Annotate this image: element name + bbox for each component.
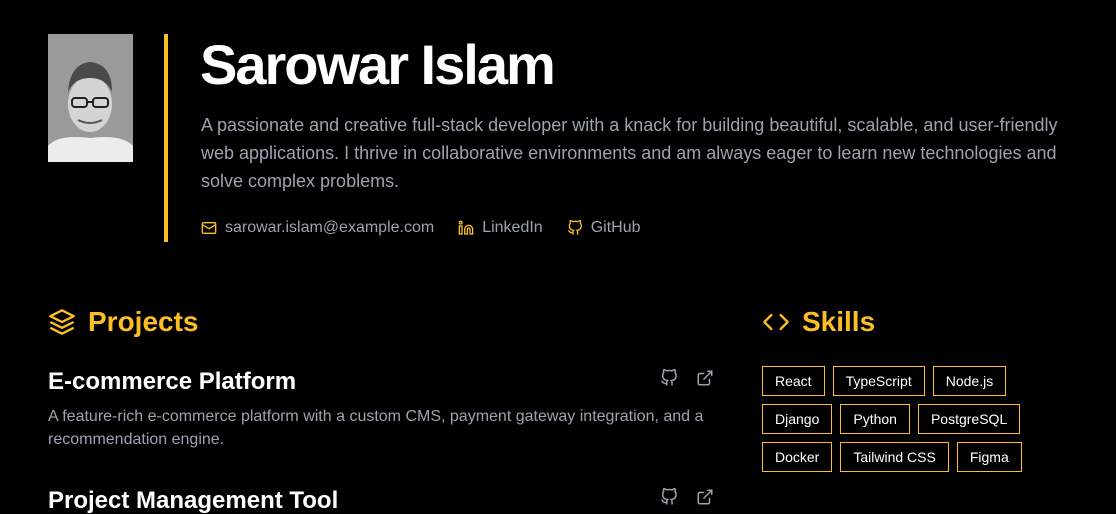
email-link[interactable]: sarowar.islam@example.com	[201, 219, 434, 237]
portfolio-page: Sarowar Islam A passionate and creative …	[0, 0, 1116, 514]
code-icon	[763, 313, 789, 331]
project-links	[660, 369, 714, 387]
github-label: GitHub	[590, 219, 641, 236]
projects-heading-label: Projects	[88, 306, 199, 337]
layers-icon	[49, 309, 75, 335]
bio-text: A passionate and creative full-stack dev…	[201, 115, 1058, 191]
skill-tag: Python	[840, 404, 910, 434]
accent-bar	[164, 34, 168, 242]
external-link-icon[interactable]	[696, 369, 714, 387]
project-title: E-commerce Platform	[48, 368, 297, 395]
linkedin-label: LinkedIn	[482, 219, 543, 236]
avatar	[48, 34, 133, 162]
linkedin-icon	[458, 220, 474, 235]
github-icon	[567, 220, 582, 235]
skill-tag: PostgreSQL	[917, 404, 1021, 434]
mail-icon	[201, 222, 217, 234]
linkedin-link[interactable]: LinkedIn	[458, 219, 543, 237]
skills-heading: Skills	[762, 306, 875, 338]
project-links	[660, 488, 714, 506]
github-icon[interactable]	[660, 369, 678, 387]
page-title: Sarowar Islam	[200, 33, 556, 96]
skill-tag: React	[762, 366, 825, 396]
skill-tag: Figma	[956, 442, 1022, 472]
avatar-photo	[48, 34, 133, 162]
skill-tag: Node.js	[932, 366, 1007, 396]
skills-list: React TypeScript Node.js Django Python P…	[762, 366, 1062, 472]
contact-links: sarowar.islam@example.com LinkedIn GitHu…	[201, 219, 641, 237]
project-title: Project Management Tool	[48, 487, 339, 514]
github-icon[interactable]	[660, 488, 678, 506]
external-link-icon[interactable]	[696, 488, 714, 506]
skill-tag: Django	[762, 404, 833, 434]
email-label: sarowar.islam@example.com	[225, 219, 435, 236]
project-card: Project Management Tool	[48, 486, 714, 514]
skills-heading-label: Skills	[802, 306, 876, 337]
skill-tag: Tailwind CSS	[840, 442, 949, 472]
projects-heading: Projects	[48, 306, 199, 338]
github-link[interactable]: GitHub	[567, 219, 641, 237]
skill-tag: Docker	[762, 442, 833, 472]
skill-tag: TypeScript	[832, 366, 925, 396]
project-description: A feature-rich e-commerce platform with …	[48, 408, 704, 448]
project-card: E-commerce Platform A feature-rich e-com…	[48, 367, 714, 451]
